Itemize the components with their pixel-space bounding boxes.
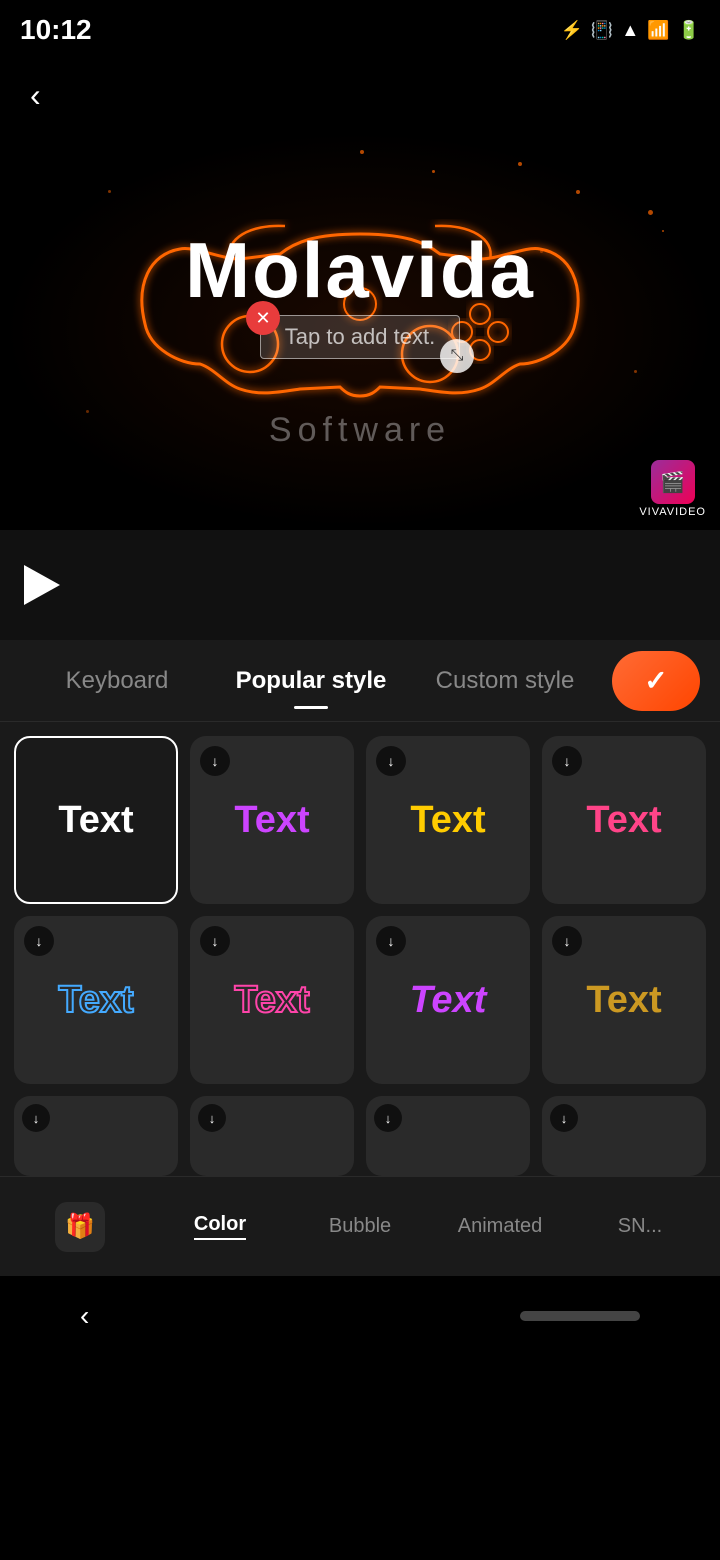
- style-item-10[interactable]: ↓: [366, 1096, 530, 1176]
- category-bubble[interactable]: Bubble: [290, 1205, 430, 1248]
- style-text-2: Text: [410, 799, 485, 842]
- molavida-title: Molavida: [0, 225, 720, 316]
- top-nav: ‹: [0, 60, 720, 130]
- nav-back-button[interactable]: ‹: [80, 1300, 89, 1332]
- tab-custom-style[interactable]: Custom style: [408, 657, 602, 705]
- download-icon-11: ↓: [550, 1104, 578, 1132]
- style-item-2[interactable]: ↓ Text: [366, 736, 530, 904]
- style-item-6[interactable]: ↓ Text: [366, 916, 530, 1084]
- style-tabs: Keyboard Popular style Custom style ✓: [0, 640, 720, 722]
- download-icon-5: ↓: [200, 926, 230, 956]
- download-icon-2: ↓: [376, 746, 406, 776]
- back-button[interactable]: ‹: [20, 67, 51, 124]
- download-icon-1: ↓: [200, 746, 230, 776]
- resize-text-button[interactable]: ⤡: [440, 339, 474, 373]
- playback-bar: [0, 530, 720, 640]
- battery-icon: 🔋: [678, 20, 700, 41]
- close-text-button[interactable]: ✕: [246, 301, 280, 335]
- download-icon-6: ↓: [376, 926, 406, 956]
- video-preview: Molavida ✕ Tap to add text. ⤡ Software 🎬…: [0, 130, 720, 530]
- color-label: Color: [194, 1213, 246, 1240]
- download-icon-10: ↓: [374, 1104, 402, 1132]
- bluetooth-icon: ⚡: [560, 20, 582, 41]
- tab-popular-style[interactable]: Popular style: [214, 657, 408, 705]
- signal-icon: 📶: [647, 20, 669, 41]
- tab-keyboard[interactable]: Keyboard: [20, 657, 214, 705]
- style-text-1: Text: [234, 799, 309, 842]
- style-item-3[interactable]: ↓ Text: [542, 736, 706, 904]
- style-item-0[interactable]: Text: [14, 736, 178, 904]
- category-color[interactable]: Color: [150, 1203, 290, 1250]
- style-item-4[interactable]: ↓ Text: [14, 916, 178, 1084]
- style-item-9[interactable]: ↓: [190, 1096, 354, 1176]
- checkmark-icon: ✓: [644, 664, 667, 697]
- style-text-7: Text: [586, 979, 661, 1022]
- vivavideo-icon: 🎬: [651, 460, 695, 504]
- download-icon-3: ↓: [552, 746, 582, 776]
- category-bar: 🎁 Color Bubble Animated SN...: [0, 1176, 720, 1276]
- category-sn[interactable]: SN...: [570, 1205, 710, 1248]
- vibrate-icon: 📳: [591, 20, 613, 41]
- status-time: 10:12: [20, 14, 92, 46]
- style-item-11[interactable]: ↓: [542, 1096, 706, 1176]
- vivavideo-label: VIVAVIDEO: [639, 506, 706, 518]
- animated-label: Animated: [458, 1215, 543, 1238]
- bubble-label: Bubble: [329, 1215, 391, 1238]
- style-item-5[interactable]: ↓ Text: [190, 916, 354, 1084]
- play-button[interactable]: [20, 563, 64, 607]
- wifi-icon: ▲: [621, 20, 639, 41]
- style-text-5: Text: [234, 979, 309, 1022]
- download-icon-7: ↓: [552, 926, 582, 956]
- confirm-button[interactable]: ✓: [612, 651, 700, 711]
- software-subtitle: Software: [0, 411, 720, 450]
- style-text-3: Text: [586, 799, 661, 842]
- category-animated[interactable]: Animated: [430, 1205, 570, 1248]
- status-bar: 10:12 ⚡ 📳 ▲ 📶 🔋: [0, 0, 720, 60]
- text-input-overlay[interactable]: ✕ Tap to add text. ⤡: [260, 315, 460, 359]
- style-text-4: Text: [58, 979, 133, 1022]
- status-icons: ⚡ 📳 ▲ 📶 🔋: [560, 20, 700, 41]
- style-text-0: Text: [58, 799, 133, 842]
- style-grid-row3: ↓ ↓ ↓ ↓: [0, 1084, 720, 1176]
- download-icon-4: ↓: [24, 926, 54, 956]
- vivavideo-watermark: 🎬 VIVAVIDEO: [639, 460, 706, 518]
- sn-label: SN...: [618, 1215, 662, 1238]
- style-item-7[interactable]: ↓ Text: [542, 916, 706, 1084]
- recent-icon: 🎁: [55, 1202, 105, 1252]
- nav-home-pill[interactable]: [520, 1311, 640, 1321]
- style-text-6: Text: [410, 979, 487, 1022]
- style-item-1[interactable]: ↓ Text: [190, 736, 354, 904]
- play-triangle-icon: [24, 565, 60, 605]
- download-icon-8: ↓: [22, 1104, 50, 1132]
- style-item-8[interactable]: ↓: [14, 1096, 178, 1176]
- text-input-box[interactable]: Tap to add text.: [260, 315, 460, 359]
- nav-bar: ‹: [0, 1276, 720, 1356]
- download-icon-9: ↓: [198, 1104, 226, 1132]
- style-grid: Text ↓ Text ↓ Text ↓ Text ↓ Text ↓ Text …: [0, 722, 720, 1084]
- category-recent[interactable]: 🎁: [10, 1192, 150, 1262]
